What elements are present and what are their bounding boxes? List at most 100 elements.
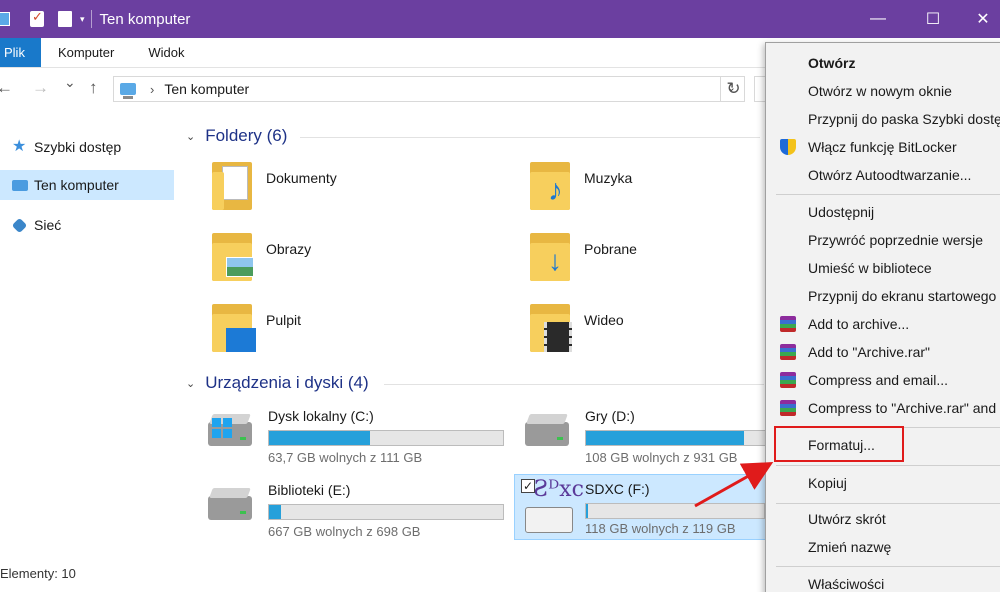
address-bar[interactable]: › Ten komputer ⌄ <box>113 76 745 102</box>
hard-drive-icon <box>208 496 252 520</box>
music-folder-icon: ♪ <box>528 160 572 212</box>
documents-folder-icon <box>210 160 254 212</box>
drive-name: Biblioteki (E:) <box>268 482 351 498</box>
collapse-chevron-icon: ⌄ <box>186 130 196 143</box>
drive-name: SDXC (F:) <box>585 481 650 497</box>
menu-item-label: Add to "Archive.rar" <box>808 344 930 360</box>
drive-d[interactable]: Gry (D:) 108 GB wolnych z 931 GB <box>521 400 767 465</box>
properties-icon[interactable] <box>30 9 44 27</box>
computer-icon <box>0 12 10 26</box>
drive-usage-bar <box>268 504 504 520</box>
folder-label: Dokumenty <box>266 170 337 186</box>
up-button[interactable]: ↑ <box>89 78 98 98</box>
menu-item-label: Compress to "Archive.rar" and email <box>808 400 1000 416</box>
folder-label: Obrazy <box>266 241 312 257</box>
drive-name: Dysk lokalny (C:) <box>268 408 374 424</box>
menu-item-include-library[interactable]: Umieść w bibliotece <box>766 254 1000 282</box>
menu-separator <box>776 503 1000 504</box>
refresh-button[interactable]: ↻ <box>720 76 746 102</box>
menu-item-open[interactable]: Otwórz <box>766 49 1000 77</box>
sd-card-icon <box>525 507 573 533</box>
menu-item-compress-rar-email[interactable]: Compress to "Archive.rar" and email <box>766 394 1000 422</box>
menu-item-restore-versions[interactable]: Przywróć poprzednie wersje <box>766 226 1000 254</box>
drives-section-header[interactable]: ⌄ Urządzenia i dyski (4) <box>186 373 369 393</box>
drive-usage-bar <box>268 430 504 446</box>
folder-desktop[interactable]: Pulpit <box>210 302 510 362</box>
title-bar: ▾ Ten komputer — ☐ ✕ <box>0 0 1000 38</box>
back-button[interactable]: ← <box>0 78 13 98</box>
customize-toolbar-icon[interactable]: ▾ <box>80 14 85 25</box>
section-title: Urządzenia i dyski (4) <box>205 373 369 392</box>
sdxc-logo: Ƨᴰxc <box>533 477 584 502</box>
winrar-icon <box>780 316 796 332</box>
folder-label: Wideo <box>584 312 624 328</box>
winrar-icon <box>780 344 796 360</box>
menu-item-pin-start[interactable]: Przypnij do ekranu startowego <box>766 282 1000 310</box>
folder-label: Pulpit <box>266 312 302 328</box>
context-menu: Otwórz Otwórz w nowym oknie Przypnij do … <box>765 42 1000 592</box>
menu-item-create-shortcut[interactable]: Utwórz skrót <box>766 505 1000 533</box>
drive-usage-bar <box>585 503 765 519</box>
drive-free-space: 108 GB wolnych z 931 GB <box>585 450 738 465</box>
section-title: Foldery (6) <box>205 126 288 145</box>
menu-item-pin-quick-access[interactable]: Przypnij do paska Szybki dostęp <box>766 105 1000 133</box>
close-button[interactable]: ✕ <box>960 0 1000 38</box>
hard-drive-icon <box>525 422 569 446</box>
folder-pictures[interactable]: Obrazy <box>210 231 510 291</box>
computer-icon <box>12 179 28 191</box>
menu-item-open-new-window[interactable]: Otwórz w nowym oknie <box>766 77 1000 105</box>
format-highlight-box <box>774 426 904 462</box>
menu-item-rename[interactable]: Zmień nazwę <box>766 533 1000 561</box>
drive-free-space: 63,7 GB wolnych z 111 GB <box>268 450 423 465</box>
menu-separator <box>776 566 1000 567</box>
nav-item-quick-access[interactable]: ★ Szybki dostęp <box>0 132 174 162</box>
drive-e[interactable]: Biblioteki (E:) 667 GB wolnych z 698 GB <box>204 474 504 539</box>
folder-documents[interactable]: Dokumenty <box>210 160 510 220</box>
menu-item-compress-email[interactable]: Compress and email... <box>766 366 1000 394</box>
recent-locations-button[interactable]: ⌄ <box>64 74 76 91</box>
menu-item-share[interactable]: Udostępnij <box>766 198 1000 226</box>
menu-separator <box>776 194 1000 195</box>
drive-name: Gry (D:) <box>585 408 635 424</box>
network-icon <box>11 217 28 233</box>
breadcrumb-chevron[interactable]: › <box>150 82 154 97</box>
section-divider <box>300 137 760 138</box>
menu-item-add-archive[interactable]: Add to archive... <box>766 310 1000 338</box>
downloads-folder-icon: ↓ <box>528 231 572 283</box>
computer-icon <box>120 83 136 99</box>
tab-view[interactable]: Widok <box>131 38 201 67</box>
menu-item-properties[interactable]: Właściwości <box>766 570 1000 592</box>
menu-item-label: Włącz funkcję BitLocker <box>808 139 957 155</box>
nav-item-network[interactable]: Sieć <box>0 210 174 240</box>
drive-free-space: 118 GB wolnych z 119 GB <box>585 521 736 536</box>
menu-separator <box>776 465 1000 466</box>
folder-label: Pobrane <box>584 241 637 257</box>
tab-file[interactable]: Plik <box>0 38 41 67</box>
star-icon: ★ <box>12 138 27 155</box>
menu-item-label: Compress and email... <box>808 372 949 388</box>
videos-folder-icon <box>528 302 572 354</box>
menu-item-add-archive-rar[interactable]: Add to "Archive.rar" <box>766 338 1000 366</box>
pictures-folder-icon <box>210 231 254 283</box>
forward-button[interactable]: → <box>32 78 49 98</box>
menu-item-copy[interactable]: Kopiuj <box>766 469 1000 497</box>
menu-item-label: Add to archive... <box>808 316 910 332</box>
folders-section-header[interactable]: ⌄ Foldery (6) <box>186 126 287 146</box>
new-folder-icon[interactable] <box>58 11 72 27</box>
quick-access-toolbar: ▾ <box>0 0 85 38</box>
status-bar: Elementy: 10 <box>0 566 76 581</box>
nav-item-label: Sieć <box>34 217 62 233</box>
tab-computer[interactable]: Komputer <box>41 38 131 67</box>
minimize-button[interactable]: — <box>855 0 901 38</box>
nav-item-this-pc[interactable]: Ten komputer <box>0 170 174 200</box>
folder-label: Muzyka <box>584 170 633 186</box>
breadcrumb-this-pc[interactable]: Ten komputer <box>164 81 249 97</box>
drive-f[interactable]: ✓ Ƨᴰxc SDXC (F:) 118 GB wolnych z 119 GB <box>514 474 767 540</box>
maximize-button[interactable]: ☐ <box>910 0 956 38</box>
winrar-icon <box>780 372 796 388</box>
navigation-pane: ★ Szybki dostęp Ten komputer Sieć <box>0 118 180 558</box>
menu-item-autoplay[interactable]: Otwórz Autoodtwarzanie... <box>766 161 1000 189</box>
nav-item-label: Ten komputer <box>34 177 119 193</box>
menu-item-bitlocker[interactable]: Włącz funkcję BitLocker <box>766 133 1000 161</box>
drive-c[interactable]: Dysk lokalny (C:) 63,7 GB wolnych z 111 … <box>204 400 504 465</box>
